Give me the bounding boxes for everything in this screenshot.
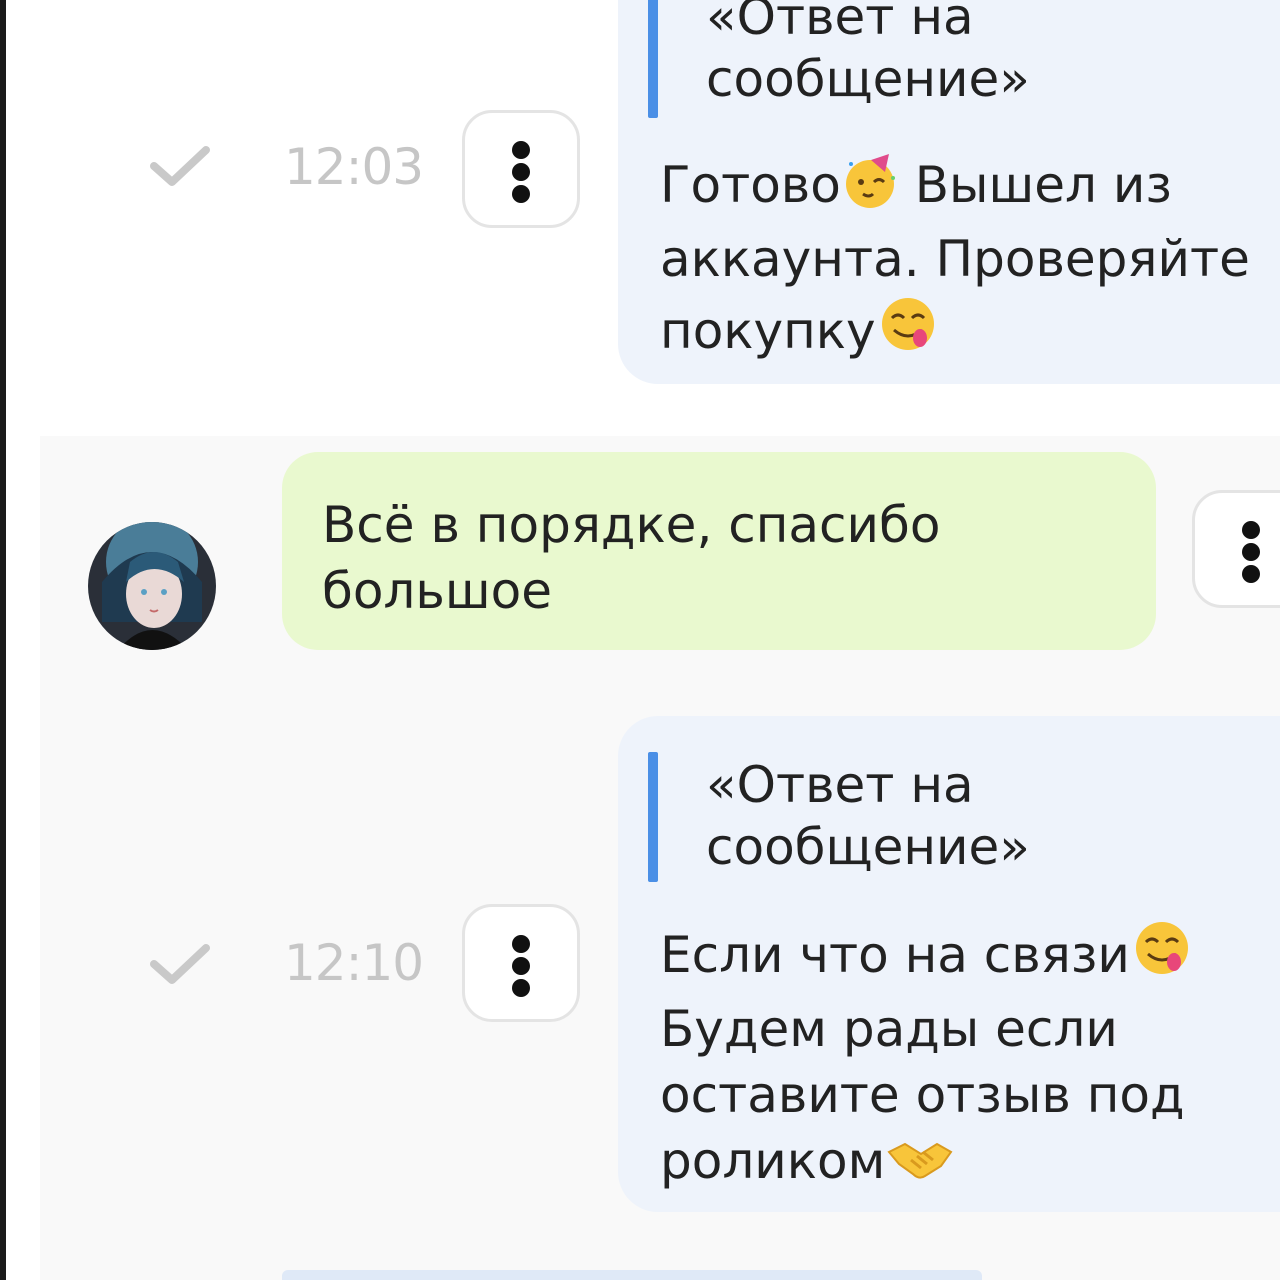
outgoing-message-bubble[interactable]: «Ответ на сообщение» Если что на связи Б…: [618, 716, 1280, 1212]
incoming-message-bubble[interactable]: Всё в порядке, спасибо большое: [282, 452, 1156, 650]
more-dot: [512, 979, 530, 997]
more-dot: [512, 957, 530, 975]
avatar[interactable]: [88, 522, 216, 650]
message-more-button[interactable]: [462, 904, 580, 1022]
reply-quote[interactable]: «Ответ на сообщение»: [648, 752, 1030, 882]
message-text: Если что на связи Будем рады если остави…: [660, 916, 1240, 1202]
partying-face-icon: [841, 152, 899, 226]
more-dot: [1242, 565, 1260, 583]
quote-text: «Ответ на сообщение»: [706, 756, 1030, 876]
more-dot: [1242, 543, 1260, 561]
handshake-icon: [885, 1132, 955, 1202]
face-savoring-food-icon: [876, 292, 940, 372]
check-icon: [150, 944, 210, 984]
message-text-part: Если что на связи: [660, 926, 1130, 984]
window-edge: [0, 0, 6, 1280]
more-dot: [512, 935, 530, 953]
next-message-edge: [282, 1270, 982, 1280]
message-text-part: Готово: [660, 156, 841, 214]
reply-quote[interactable]: «Ответ на сообщение»: [648, 0, 1030, 118]
quote-text: «Ответ на сообщение»: [706, 0, 1030, 108]
more-dot: [512, 141, 530, 159]
more-dot: [1242, 521, 1260, 539]
message-more-button[interactable]: [1192, 490, 1280, 608]
check-icon: [150, 146, 210, 186]
quote-bar: [648, 0, 658, 118]
message-time: 12:10: [284, 934, 424, 992]
more-dot: [512, 185, 530, 203]
message-text: Готово Вышел из аккаунта. Проверяйте пок…: [660, 152, 1260, 372]
outgoing-message-bubble[interactable]: «Ответ на сообщение» Готово Вышел из акк…: [618, 0, 1280, 384]
message-more-button[interactable]: [462, 110, 580, 228]
quote-bar: [648, 752, 658, 882]
face-savoring-food-icon: [1130, 916, 1194, 996]
message-text: Всё в порядке, спасибо большое: [322, 496, 941, 620]
message-time: 12:03: [284, 138, 424, 196]
more-dot: [512, 163, 530, 181]
